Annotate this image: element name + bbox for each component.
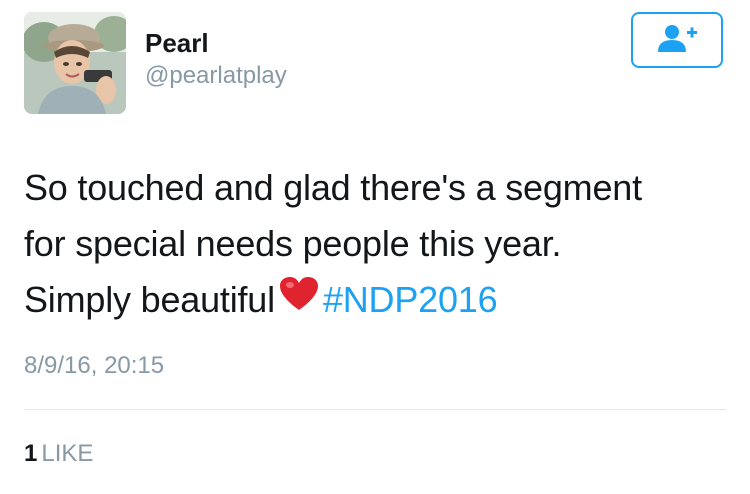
- hashtag-link[interactable]: #NDP2016: [323, 279, 498, 320]
- avatar[interactable]: [24, 12, 126, 114]
- like-label: LIKE: [41, 440, 94, 467]
- divider: [24, 409, 726, 410]
- tweet-text-line: So touched and glad there's a segment: [24, 167, 642, 208]
- profile-photo-icon: [24, 12, 126, 114]
- likes-stat[interactable]: 1 LIKE: [24, 440, 93, 468]
- add-user-icon: [655, 23, 699, 58]
- display-name[interactable]: Pearl: [145, 28, 209, 59]
- tweet-text: So touched and glad there's a segment fo…: [24, 160, 734, 332]
- tweet-text-line: for special needs people this year.: [24, 223, 562, 264]
- follow-button[interactable]: [631, 12, 723, 68]
- tweet-text-segment: Simply beautiful: [24, 279, 275, 320]
- tweet-timestamp[interactable]: 8/9/16, 20:15: [24, 352, 164, 380]
- red-heart-icon: [279, 272, 319, 328]
- like-count: 1: [24, 440, 38, 467]
- tweet-text-line: Simply beautiful #NDP2016: [24, 272, 734, 332]
- user-handle[interactable]: @pearlatplay: [145, 62, 287, 90]
